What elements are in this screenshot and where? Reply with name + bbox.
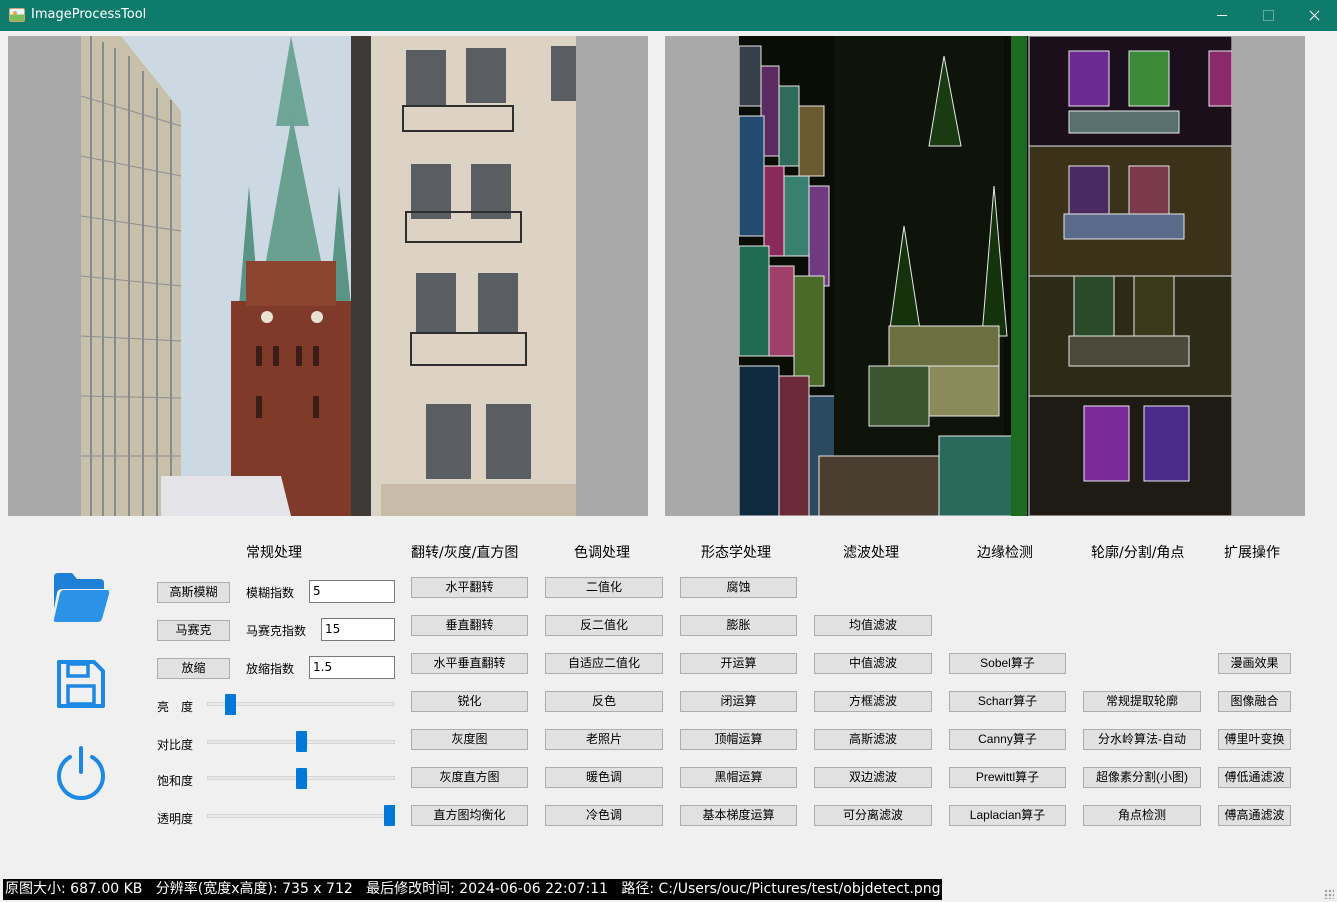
contrast-label: 对比度 <box>157 738 194 752</box>
fourier-lowpass-button[interactable]: 傅低通滤波 <box>1218 767 1291 788</box>
invert-color-button[interactable]: 反色 <box>545 691 663 712</box>
mean-filter-button[interactable]: 均值滤波 <box>814 615 932 636</box>
saturation-label: 饱和度 <box>157 774 194 788</box>
fourier-highpass-button[interactable]: 傅高通滤波 <box>1218 805 1291 826</box>
gray-histogram-button[interactable]: 灰度直方图 <box>411 767 528 788</box>
power-icon[interactable] <box>53 745 109 801</box>
section-tone: 色调处理 <box>574 545 630 561</box>
opening-button[interactable]: 开运算 <box>680 653 797 674</box>
section-extend: 扩展操作 <box>1224 545 1280 561</box>
contour-extract-button[interactable]: 常规提取轮廓 <box>1083 691 1201 712</box>
status-file-size: 原图大小: 687.00 KB <box>5 881 143 897</box>
scale-index-field[interactable]: 1.5 <box>309 656 395 679</box>
vertical-flip-button[interactable]: 垂直翻转 <box>411 615 528 636</box>
sobel-button[interactable]: Sobel算子 <box>949 653 1066 674</box>
opacity-label: 透明度 <box>157 812 194 826</box>
gaussian-filter-button[interactable]: 高斯滤波 <box>814 729 932 750</box>
canny-button[interactable]: Canny算子 <box>949 729 1066 750</box>
opacity-slider-thumb[interactable] <box>384 805 395 826</box>
gaussian-blur-button[interactable]: 高斯模糊 <box>157 582 230 603</box>
grayscale-button[interactable]: 灰度图 <box>411 729 528 750</box>
image-blend-button[interactable]: 图像融合 <box>1218 691 1291 712</box>
old-photo-button[interactable]: 老照片 <box>545 729 663 750</box>
scale-index-label: 放缩指数 <box>246 662 295 676</box>
opacity-slider[interactable] <box>207 814 395 818</box>
resize-grip-icon[interactable] <box>1324 889 1334 899</box>
brightness-slider-thumb[interactable] <box>224 694 236 715</box>
saturation-slider-thumb[interactable] <box>295 768 307 789</box>
inverse-binarize-button[interactable]: 反二值化 <box>545 615 663 636</box>
mosaic-index-field[interactable]: 15 <box>321 618 395 641</box>
sharpen-button[interactable]: 锐化 <box>411 691 528 712</box>
blur-index-field[interactable]: 5 <box>309 580 395 603</box>
prewitt-button[interactable]: Prewittl算子 <box>949 767 1066 788</box>
section-morph: 形态学处理 <box>701 545 771 561</box>
maximize-icon[interactable] <box>1245 0 1291 31</box>
scharr-button[interactable]: Scharr算子 <box>949 691 1066 712</box>
processed-image <box>739 36 1232 516</box>
box-filter-button[interactable]: 方框滤波 <box>814 691 932 712</box>
morph-gradient-button[interactable]: 基本梯度运算 <box>680 805 797 826</box>
fourier-transform-button[interactable]: 傅里叶变换 <box>1218 729 1291 750</box>
both-flip-button[interactable]: 水平垂直翻转 <box>411 653 528 674</box>
scale-button[interactable]: 放缩 <box>157 658 230 679</box>
status-path: 路径: C:/Users/ouc/Pictures/test/objdetect… <box>621 881 941 897</box>
minimize-icon[interactable] <box>1199 0 1245 31</box>
status-modified-time: 最后修改时间: 2024-06-06 22:07:11 <box>366 881 608 897</box>
erode-button[interactable]: 腐蚀 <box>680 577 797 598</box>
top-hat-button[interactable]: 顶帽运算 <box>680 729 797 750</box>
laplacian-button[interactable]: Laplacian算子 <box>949 805 1066 826</box>
title-bar: ImageProcessTool <box>0 0 1337 31</box>
histogram-equalize-button[interactable]: 直方图均衡化 <box>411 805 528 826</box>
dilate-button[interactable]: 膨胀 <box>680 615 797 636</box>
separable-filter-button[interactable]: 可分离滤波 <box>814 805 932 826</box>
closing-button[interactable]: 闭运算 <box>680 691 797 712</box>
median-filter-button[interactable]: 中值滤波 <box>814 653 932 674</box>
mosaic-button[interactable]: 马赛克 <box>157 620 230 641</box>
original-image <box>81 36 576 516</box>
binarize-button[interactable]: 二值化 <box>545 577 663 598</box>
cartoon-effect-button[interactable]: 漫画效果 <box>1218 653 1291 674</box>
status-resolution: 分辨率(宽度x高度): 735 x 712 <box>155 881 353 897</box>
blur-index-label: 模糊指数 <box>246 586 295 600</box>
status-bar: 原图大小: 687.00 KB 分辨率(宽度x高度): 735 x 712 最后… <box>3 879 943 900</box>
cool-tone-button[interactable]: 冷色调 <box>545 805 663 826</box>
processed-image-panel <box>665 36 1305 516</box>
warm-tone-button[interactable]: 暖色调 <box>545 767 663 788</box>
app-image-icon <box>9 8 25 22</box>
section-filter: 滤波处理 <box>843 545 899 561</box>
superpixel-button[interactable]: 超像素分割(小图) <box>1083 767 1201 788</box>
black-hat-button[interactable]: 黑帽运算 <box>680 767 797 788</box>
window-title: ImageProcessTool <box>31 7 147 22</box>
close-icon[interactable] <box>1291 0 1337 31</box>
horizontal-flip-button[interactable]: 水平翻转 <box>411 577 528 598</box>
bilateral-filter-button[interactable]: 双边滤波 <box>814 767 932 788</box>
section-flip: 翻转/灰度/直方图 <box>411 545 519 561</box>
mosaic-index-label: 马赛克指数 <box>246 624 307 638</box>
adaptive-binarize-button[interactable]: 自适应二值化 <box>545 653 663 674</box>
brightness-label: 亮 度 <box>157 700 194 714</box>
watershed-button[interactable]: 分水岭算法-自动 <box>1083 729 1201 750</box>
section-regular: 常规处理 <box>246 545 302 561</box>
save-floppy-icon[interactable] <box>56 659 106 709</box>
original-image-panel <box>8 36 648 516</box>
section-edge: 边缘检测 <box>977 545 1033 561</box>
contrast-slider-thumb[interactable] <box>295 731 307 752</box>
section-contour: 轮廓/分割/角点 <box>1091 545 1185 561</box>
corner-detect-button[interactable]: 角点检测 <box>1083 805 1201 826</box>
folder-open-icon[interactable] <box>52 571 110 623</box>
